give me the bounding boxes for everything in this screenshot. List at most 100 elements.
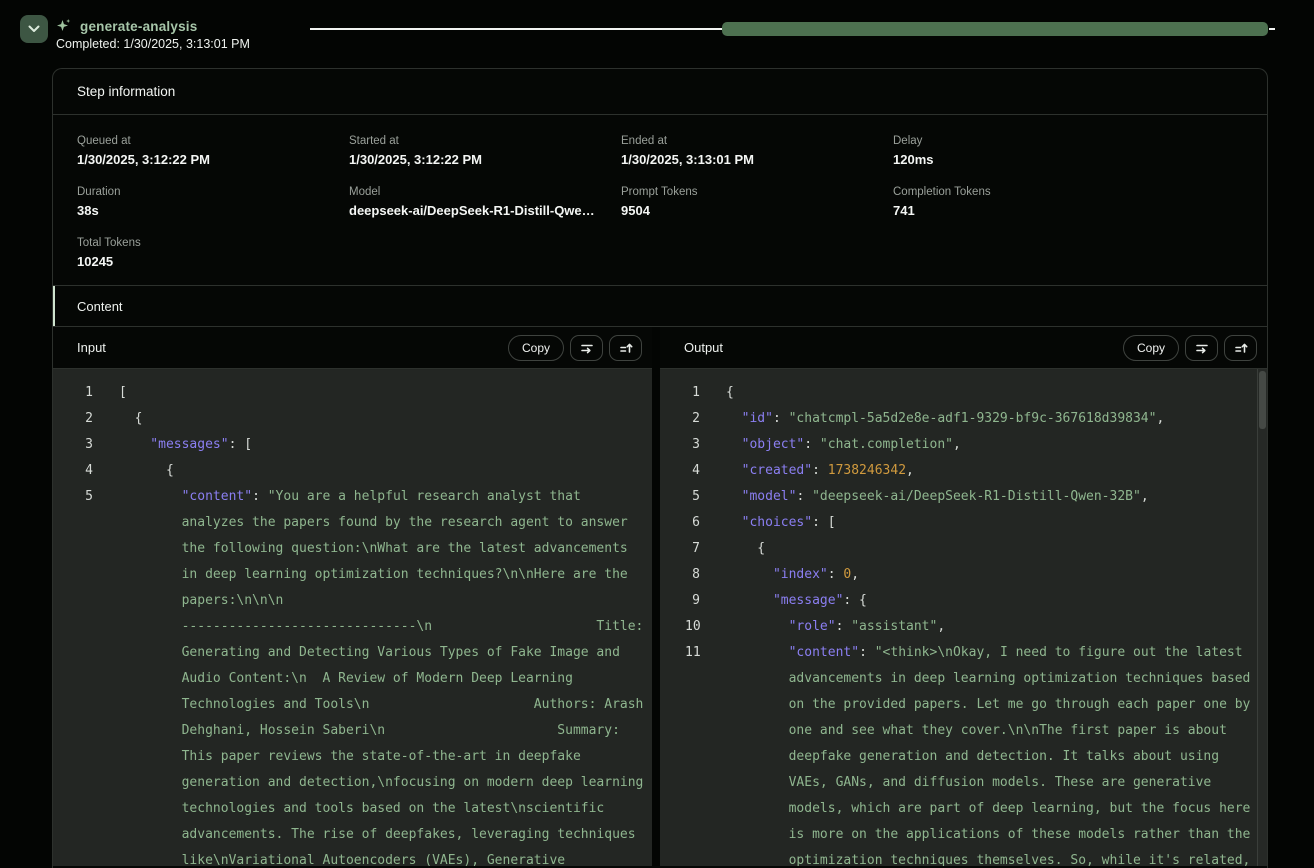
output-scrollbar-track[interactable] <box>1257 369 1267 866</box>
code-line: 1[ <box>53 380 652 406</box>
line-number: 3 <box>78 432 93 458</box>
field-value: 1/30/2025, 3:12:22 PM <box>349 152 621 167</box>
field-ended-at: Ended at 1/30/2025, 3:13:01 PM <box>621 135 893 167</box>
line-number: 2 <box>78 406 93 432</box>
field-started-at: Started at 1/30/2025, 3:12:22 PM <box>349 135 621 167</box>
code-text: "content": "<think>\nOkay, I need to fig… <box>726 640 1267 866</box>
code-text: "created": 1738246342, <box>726 458 1267 484</box>
field-total-tokens: Total Tokens 10245 <box>77 237 349 269</box>
field-value: 38s <box>77 203 349 218</box>
code-text: "id": "chatcmpl-5a5d2e8e-adf1-9329-bf9c-… <box>726 406 1267 432</box>
line-number: 11 <box>685 640 700 666</box>
field-value: 1/30/2025, 3:13:01 PM <box>621 152 893 167</box>
line-number: 10 <box>685 614 700 640</box>
code-text: "content": "You are a helpful research a… <box>119 484 652 866</box>
field-completion-tokens: Completion Tokens 741 <box>893 186 1165 218</box>
trace-header: generate-analysis Completed: 1/30/2025, … <box>0 0 1314 58</box>
timeline-step-bar[interactable] <box>722 22 1268 36</box>
field-label: Model <box>349 186 621 198</box>
code-line: 11 "content": "<think>\nOkay, I need to f… <box>660 640 1267 866</box>
code-line: 3 "object": "chat.completion", <box>660 432 1267 458</box>
output-scroll-top-button[interactable] <box>1224 335 1257 361</box>
timeline-line <box>310 28 722 30</box>
code-text: "object": "chat.completion", <box>726 432 1267 458</box>
output-code-editor[interactable]: 1 {2 "id": "chatcmpl-5a5d2e8e-adf1-9329-bf… <box>660 369 1267 866</box>
output-copy-button[interactable]: Copy <box>1123 335 1179 361</box>
field-value: 120ms <box>893 152 1165 167</box>
code-line: 10 "role": "assistant", <box>660 614 1267 640</box>
content-section-header: Content <box>53 285 1267 327</box>
code-text: { <box>726 536 1267 562</box>
field-label: Completion Tokens <box>893 186 1165 198</box>
field-delay: Delay 120ms <box>893 135 1165 167</box>
output-scrollbar-thumb[interactable] <box>1259 371 1266 429</box>
field-value: 741 <box>893 203 1165 218</box>
output-panel-title: Output <box>684 340 1117 355</box>
input-output-panels: Input Copy Output Copy <box>53 327 1267 866</box>
panel-divider <box>652 327 660 866</box>
code-text: "index": 0, <box>726 562 1267 588</box>
scroll-to-top-icon <box>618 340 634 356</box>
code-text: { <box>119 458 652 484</box>
line-number: 8 <box>685 562 700 588</box>
code-text: "messages": [ <box>119 432 652 458</box>
scroll-to-top-icon <box>1233 340 1249 356</box>
line-number: 5 <box>78 484 93 510</box>
code-line: 7{ <box>660 536 1267 562</box>
step-name: generate-analysis <box>80 19 197 34</box>
code-text: { <box>119 406 652 432</box>
code-text: { <box>726 380 1267 406</box>
chevron-down-icon <box>28 25 40 33</box>
field-queued-at: Queued at 1/30/2025, 3:12:22 PM <box>77 135 349 167</box>
code-text: "choices": [ <box>726 510 1267 536</box>
code-text: "model": "deepseek-ai/DeepSeek-R1-Distil… <box>726 484 1267 510</box>
line-number: 2 <box>685 406 700 432</box>
line-number: 3 <box>685 432 700 458</box>
line-number: 9 <box>685 588 700 614</box>
code-line: 2 "id": "chatcmpl-5a5d2e8e-adf1-9329-bf9c… <box>660 406 1267 432</box>
field-value: deepseek-ai/DeepSeek-R1-Distill-Qwe… <box>349 203 621 218</box>
code-line: 5 "content": "You are a helpful research … <box>53 484 652 866</box>
collapse-step-button[interactable] <box>20 15 48 43</box>
step-status-line: Completed: 1/30/2025, 3:13:01 PM <box>56 37 250 51</box>
output-wrap-button[interactable] <box>1185 335 1218 361</box>
wrap-text-icon <box>579 340 595 356</box>
line-number: 5 <box>685 484 700 510</box>
line-number: 6 <box>685 510 700 536</box>
field-label: Queued at <box>77 135 349 147</box>
code-text: "message": { <box>726 588 1267 614</box>
input-scroll-top-button[interactable] <box>609 335 642 361</box>
code-line: 4{ <box>53 458 652 484</box>
code-line: 9 "message": { <box>660 588 1267 614</box>
field-label: Total Tokens <box>77 237 349 249</box>
code-line: 4 "created": 1738246342, <box>660 458 1267 484</box>
line-number: 4 <box>78 458 93 484</box>
code-text: [ <box>119 380 652 406</box>
field-value: 10245 <box>77 254 349 269</box>
step-detail-card: Step information Queued at 1/30/2025, 3:… <box>52 68 1268 868</box>
input-panel-title: Input <box>77 340 502 355</box>
code-text: "role": "assistant", <box>726 614 1267 640</box>
field-label: Prompt Tokens <box>621 186 893 198</box>
input-wrap-button[interactable] <box>570 335 603 361</box>
line-number: 7 <box>685 536 700 562</box>
output-panel-header: Output Copy <box>660 327 1267 369</box>
field-label: Started at <box>349 135 621 147</box>
code-line: 5 "model": "deepseek-ai/DeepSeek-R1-Disti… <box>660 484 1267 510</box>
input-panel-header: Input Copy <box>53 327 652 369</box>
field-label: Duration <box>77 186 349 198</box>
code-line: 3 "messages": [ <box>53 432 652 458</box>
code-line: 2{ <box>53 406 652 432</box>
input-code-editor[interactable]: 1[2{3"messages": [4{5"content": "You are… <box>53 369 652 866</box>
code-line: 8 "index": 0, <box>660 562 1267 588</box>
field-prompt-tokens: Prompt Tokens 9504 <box>621 186 893 218</box>
line-number: 4 <box>685 458 700 484</box>
sparkles-icon <box>56 18 72 34</box>
line-number: 1 <box>685 380 700 406</box>
input-copy-button[interactable]: Copy <box>508 335 564 361</box>
step-information-header: Step information <box>53 69 1267 115</box>
wrap-text-icon <box>1194 340 1210 356</box>
line-number: 1 <box>78 380 93 406</box>
field-label: Delay <box>893 135 1165 147</box>
field-duration: Duration 38s <box>77 186 349 218</box>
